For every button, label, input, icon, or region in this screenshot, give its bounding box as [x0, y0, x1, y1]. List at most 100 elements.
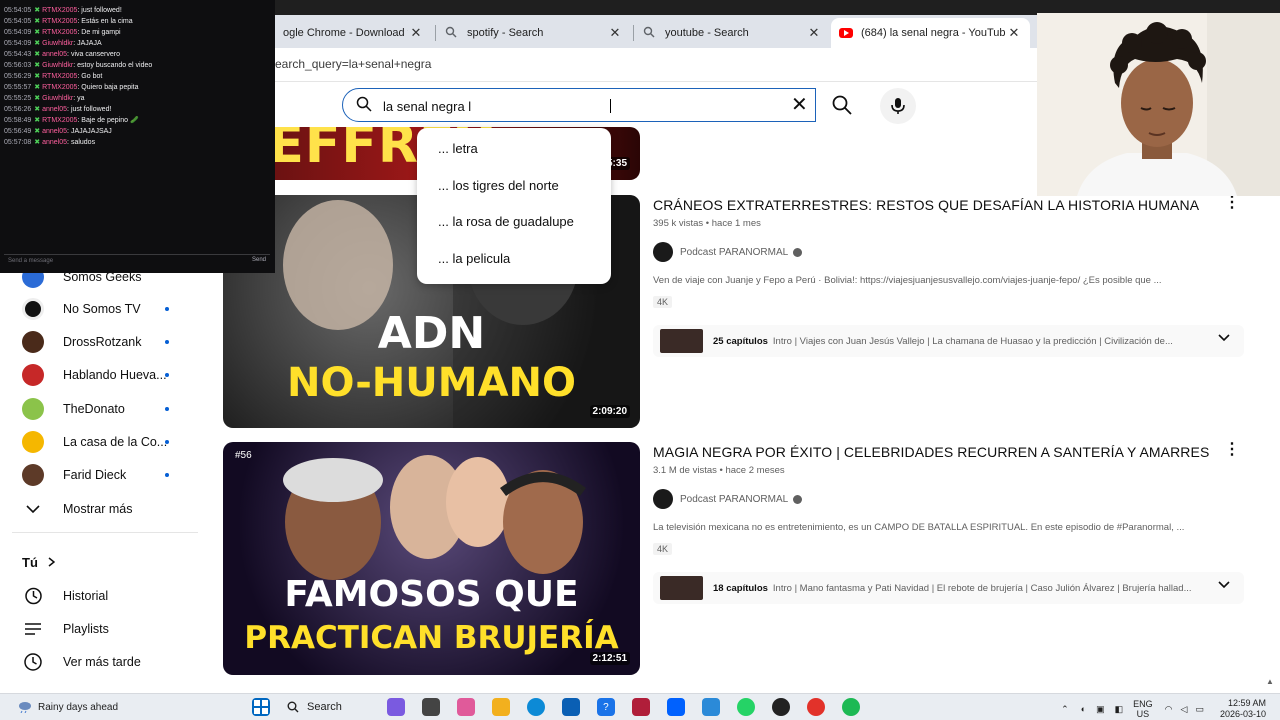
chat-username[interactable]: annel05 — [42, 128, 67, 135]
close-icon[interactable]: ✕ — [806, 25, 822, 41]
sidebar-item-drossrotzank[interactable]: DrossRotzank — [22, 328, 202, 356]
suggestion-item[interactable]: ... letra — [417, 138, 611, 175]
chevron-down-icon[interactable] — [1218, 581, 1230, 592]
video-title[interactable]: MAGIA NEGRA POR ÉXITO | CELEBRIDADES REC… — [653, 444, 1209, 460]
video-thumbnail[interactable]: #56 FAMOSOS QUE PRACTICAN BRUJERÍA 2:12:… — [223, 442, 640, 675]
address-bar[interactable]: earch_query=la+senal+negra — [275, 48, 1037, 82]
channel-link[interactable]: Podcast PARANORMAL — [653, 242, 803, 262]
close-icon[interactable]: ✕ — [408, 25, 424, 41]
chat-input[interactable]: Send a message Send — [4, 254, 270, 268]
sidebar-item-thedonato[interactable]: TheDonato — [22, 395, 202, 423]
avatar — [22, 431, 44, 453]
sidebar-item-no-somos-tv[interactable]: No Somos TV — [22, 295, 202, 323]
video-meta: 3.1 M de vistas • hace 2 meses — [653, 465, 785, 476]
sidebar-item-la-casa-de-la-comedia[interactable]: La casa de la Co... — [22, 428, 202, 456]
tab-chrome-download[interactable]: ogle Chrome - Download the Fa ✕ — [275, 18, 432, 48]
chat-timestamp: 05:58:49 — [4, 117, 32, 124]
chat-username[interactable]: RTMX2005 — [42, 29, 77, 36]
sidebar-item-ver-mas-tarde[interactable]: Ver más tarde — [22, 648, 202, 676]
chat-message: 05:55:57 ✖ RTMX2005: Quiero baja pepita — [4, 82, 275, 93]
chat-username[interactable]: RTMX2005 — [42, 117, 77, 124]
divider — [12, 532, 198, 533]
chat-username[interactable]: annel05 — [42, 106, 67, 113]
widgets-app-icon[interactable] — [386, 698, 405, 716]
suggestion-item[interactable]: ... la rosa de guadalupe — [417, 211, 611, 248]
avatar — [22, 464, 44, 486]
tray-app-icon[interactable]: ◧ — [1115, 704, 1124, 715]
app-icon[interactable] — [631, 698, 650, 716]
file-explorer-icon[interactable] — [491, 698, 510, 716]
chat-username[interactable]: Giuwhldkr — [42, 40, 73, 47]
help-icon[interactable]: ? — [596, 698, 615, 716]
new-content-dot — [165, 473, 169, 477]
edge-icon[interactable] — [526, 698, 545, 716]
chapters-bar[interactable]: 18 capítulos Intro | Mano fantasma y Pat… — [653, 572, 1244, 604]
search-box[interactable]: ✕ — [342, 88, 816, 122]
new-content-dot — [165, 340, 169, 344]
chat-username[interactable]: Giuwhldkr — [42, 95, 73, 102]
copilot-icon[interactable] — [456, 698, 475, 716]
app-icon[interactable] — [806, 698, 825, 716]
battery-icon[interactable]: ▭ — [1195, 704, 1204, 715]
show-more-button[interactable]: Mostrar más — [22, 495, 202, 523]
tab-youtube-active[interactable]: (684) la senal negra - YouTube ✕ — [831, 18, 1030, 48]
tray-app-icon[interactable]: ▣ — [1096, 704, 1105, 715]
more-options-icon[interactable]: ⋮ — [1224, 442, 1240, 458]
chapters-bar[interactable]: 25 capítulos Intro | Viajes con Juan Jes… — [653, 325, 1244, 357]
sidebar-item-hablando-huevadas[interactable]: Hablando Hueva... — [22, 361, 202, 389]
chat-text: Estás en la cima — [81, 18, 133, 25]
weather-widget[interactable]: Rainy days ahead — [18, 701, 118, 713]
clock[interactable]: 12:59 AM 2026-03-10 — [1220, 698, 1266, 720]
voice-search-button[interactable] — [880, 88, 916, 124]
suggestion-item[interactable]: ... la pelicula — [417, 248, 611, 285]
chat-username[interactable]: RTMX2005 — [42, 73, 77, 80]
sidebar-item-playlists[interactable]: Playlists — [22, 615, 202, 643]
chat-username[interactable]: RTMX2005 — [42, 7, 77, 14]
chevron-down-icon[interactable] — [1218, 334, 1230, 345]
close-icon[interactable]: ✕ — [1006, 25, 1022, 41]
chat-message: 05:58:49 ✖ RTMX2005: Baje de pepino 🥒 — [4, 115, 275, 126]
clear-search-icon[interactable]: ✕ — [791, 95, 808, 115]
task-view-icon[interactable] — [421, 698, 440, 716]
chat-username[interactable]: Giuwhldkr — [42, 62, 73, 69]
chevron-up-icon[interactable]: ⌃ — [1061, 704, 1069, 715]
language-indicator[interactable]: ENG US — [1133, 699, 1153, 719]
chat-message: 05:56:03 ✖ Giuwhldkr: estoy buscando el vi… — [4, 60, 275, 71]
channel-link[interactable]: Podcast PARANORMAL — [653, 489, 803, 509]
close-icon[interactable]: ✕ — [607, 25, 623, 41]
chat-username[interactable]: RTMX2005 — [42, 84, 77, 91]
video-description: La televisión mexicana no es entretenimi… — [653, 522, 1185, 533]
whatsapp-icon[interactable] — [736, 698, 755, 716]
video-title[interactable]: CRÁNEOS EXTRATERRESTRES: RESTOS QUE DESA… — [653, 197, 1199, 213]
sidebar-item-historial[interactable]: Historial — [22, 582, 202, 610]
you-section-header[interactable]: Tú — [22, 548, 202, 576]
search-input[interactable] — [383, 96, 763, 116]
chat-username[interactable]: annel05 — [42, 139, 67, 146]
chat-text: Quiero baja pepita — [81, 84, 139, 91]
tab-spotify-search[interactable]: spotify - Search ✕ — [437, 18, 631, 48]
chat-placeholder: Send a message — [8, 258, 54, 264]
app-icon[interactable] — [701, 698, 720, 716]
volume-icon[interactable]: ◁ — [1181, 704, 1188, 715]
sidebar-item-farid-dieck[interactable]: Farid Dieck — [22, 461, 202, 489]
chat-timestamp: 05:56:03 — [4, 62, 32, 69]
chapters-text: Intro | Viajes con Juan Jesús Vallejo | … — [772, 335, 1173, 347]
suggestion-item[interactable]: ... los tigres del norte — [417, 175, 611, 212]
spotify-icon[interactable] — [841, 698, 860, 716]
windows-start-icon[interactable] — [252, 698, 270, 716]
language-region: US — [1136, 709, 1150, 719]
chat-send-button[interactable]: Send — [252, 257, 266, 263]
chat-username[interactable]: annel05 — [42, 51, 67, 58]
wifi-icon[interactable]: ◠ — [1165, 704, 1173, 715]
tab-youtube-search[interactable]: youtube - Search ✕ — [635, 18, 830, 48]
chat-username[interactable]: RTMX2005 — [42, 18, 77, 25]
avatar — [22, 298, 44, 320]
app-icon[interactable] — [771, 698, 790, 716]
scroll-down-arrow[interactable]: ▲ — [1266, 677, 1274, 686]
taskbar-search[interactable]: Search — [287, 701, 342, 713]
search-button[interactable] — [825, 88, 859, 122]
store-icon[interactable] — [561, 698, 580, 716]
dropbox-icon[interactable] — [666, 698, 685, 716]
tray-app-icon[interactable]: ◐ — [1081, 704, 1086, 714]
more-options-icon[interactable]: ⋮ — [1224, 195, 1240, 211]
